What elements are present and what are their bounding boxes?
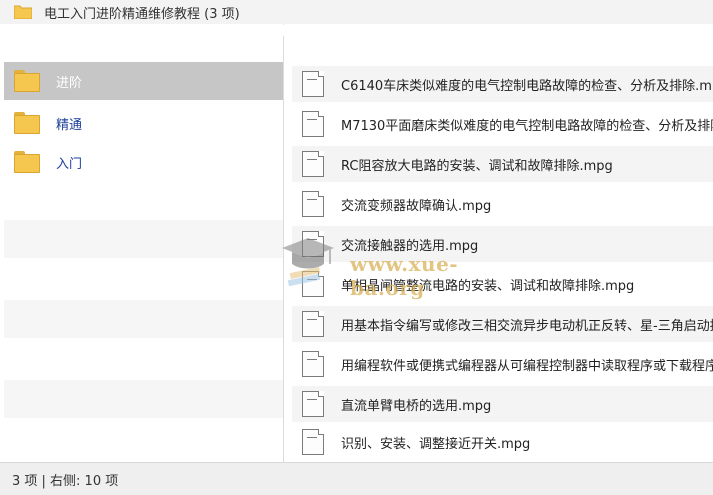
folder-icon bbox=[13, 5, 33, 20]
left-pane: 进阶 精通 入门 bbox=[0, 24, 283, 462]
empty-row bbox=[4, 380, 283, 418]
folder-icon bbox=[14, 112, 40, 134]
file-icon bbox=[302, 111, 324, 137]
file-label: C6140车床类似难度的电气控制电路故障的检查、分析及排除.mpg bbox=[341, 78, 713, 94]
file-label: 用编程软件或便携式编程器从可编程控制器中读取程序或下载程序.mpg bbox=[341, 358, 713, 374]
folder-icon bbox=[14, 70, 40, 92]
file-item[interactable]: 用编程软件或便携式编程器从可编程控制器中读取程序或下载程序.mpg bbox=[292, 346, 713, 382]
file-item[interactable]: 交流接触器的选用.mpg bbox=[292, 226, 713, 262]
file-label: 识别、安装、调整接近开关.mpg bbox=[341, 436, 531, 452]
file-icon bbox=[302, 271, 324, 297]
file-icon bbox=[302, 391, 324, 417]
file-label: 交流接触器的选用.mpg bbox=[341, 238, 479, 254]
file-icon bbox=[302, 429, 324, 455]
file-label: 用基本指令编写或修改三相交流异步电动机正反转、星-三角启动控制程序.mpg bbox=[341, 318, 713, 334]
file-label: 单相晶闸管整流电路的安装、调试和故障排除.mpg bbox=[341, 278, 635, 294]
file-item[interactable]: 识别、安装、调整接近开关.mpg bbox=[292, 424, 713, 460]
left-item-jingtong[interactable]: 精通 bbox=[4, 104, 283, 142]
file-label: 直流单臂电桥的选用.mpg bbox=[341, 398, 492, 414]
file-item[interactable]: C6140车床类似难度的电气控制电路故障的检查、分析及排除.mpg bbox=[292, 66, 713, 102]
left-item-label: 精通 bbox=[56, 117, 83, 133]
file-icon bbox=[302, 311, 324, 337]
file-item[interactable]: RC阻容放大电路的安装、调试和故障排除.mpg bbox=[292, 146, 713, 182]
file-icon bbox=[302, 231, 324, 257]
left-item-label: 进阶 bbox=[56, 75, 83, 91]
file-item[interactable]: M7130平面磨床类似难度的电气控制电路故障的检查、分析及排除.mpg bbox=[292, 106, 713, 142]
file-label: 交流变频器故障确认.mpg bbox=[341, 198, 492, 214]
left-item-jinjie[interactable]: 进阶 bbox=[4, 62, 283, 100]
file-icon bbox=[302, 71, 324, 97]
title-bar: 电工入门进阶精通维修教程 (3 项) bbox=[0, 0, 713, 25]
status-bar: 3 项 | 右侧: 10 项 bbox=[0, 462, 713, 495]
status-text: 3 项 | 右侧: 10 项 bbox=[12, 473, 119, 489]
file-item[interactable]: 用基本指令编写或修改三相交流异步电动机正反转、星-三角启动控制程序.mpg bbox=[292, 306, 713, 342]
file-icon bbox=[302, 191, 324, 217]
left-item-rumen[interactable]: 入门 bbox=[4, 143, 283, 181]
empty-row bbox=[4, 220, 283, 258]
left-item-label: 入门 bbox=[56, 156, 83, 172]
file-item[interactable]: 单相晶闸管整流电路的安装、调试和故障排除.mpg bbox=[292, 266, 713, 302]
folder-icon bbox=[14, 151, 40, 173]
file-label: RC阻容放大电路的安装、调试和故障排除.mpg bbox=[341, 158, 613, 174]
empty-row bbox=[4, 300, 283, 338]
window-title: 电工入门进阶精通维修教程 (3 项) bbox=[44, 6, 240, 22]
file-item[interactable]: 直流单臂电桥的选用.mpg bbox=[292, 386, 713, 422]
file-item[interactable]: 交流变频器故障确认.mpg bbox=[292, 186, 713, 222]
right-pane: C6140车床类似难度的电气控制电路故障的检查、分析及排除.mpg M7130平… bbox=[284, 24, 713, 462]
file-label: M7130平面磨床类似难度的电气控制电路故障的检查、分析及排除.mpg bbox=[341, 118, 713, 134]
file-icon bbox=[302, 351, 324, 377]
file-icon bbox=[302, 151, 324, 177]
